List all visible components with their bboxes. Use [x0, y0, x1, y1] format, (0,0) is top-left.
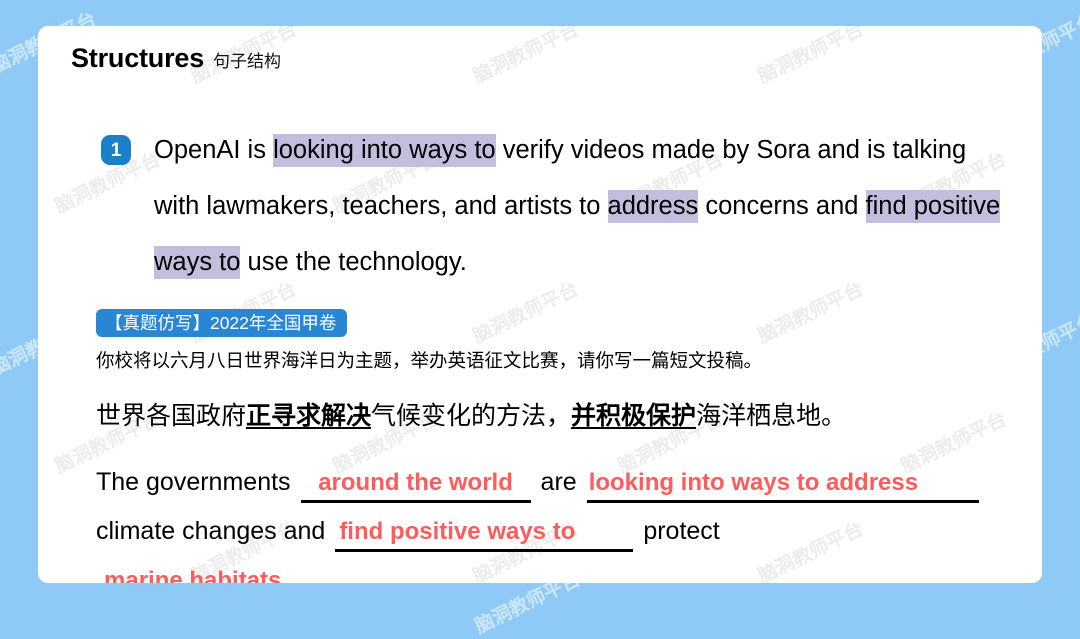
structure-block: 1 OpenAI is looking into ways to verify …	[62, 122, 1012, 290]
target-key-phrase: 正寻求解决	[246, 402, 372, 430]
highlight-phrase: address	[607, 190, 699, 223]
exam-source-tag: 【真题仿写】2022年全国甲卷	[96, 309, 348, 337]
structure-sentence: OpenAI is looking into ways to verify vi…	[154, 122, 1012, 290]
answer-line-3: marine habitats .	[96, 552, 1042, 583]
sentence-part: concerns and	[698, 192, 866, 220]
answer-line-2: climate changes and find positive ways t…	[96, 503, 1042, 552]
exam-prompt-chinese: 你校将以六月八日世界海洋日为主题，举办英语征文比赛，请你写一篇短文投稿。	[96, 350, 763, 371]
item-number-badge: 1	[101, 135, 131, 165]
sentence-part: use the technology.	[240, 248, 467, 276]
answer-static-text: protect	[643, 517, 720, 545]
target-segment: 海洋栖息地。	[696, 402, 847, 430]
target-segment: 世界各国政府	[96, 402, 247, 430]
answer-blank-4[interactable]: marine habitats	[96, 568, 399, 584]
highlight-phrase: looking into ways to	[273, 134, 496, 167]
answer-line-1: The governments around the world are loo…	[96, 454, 1042, 503]
answer-period: .	[401, 566, 408, 583]
target-segment: 气候变化的方法，	[371, 402, 572, 430]
sentence-part: OpenAI is	[154, 136, 274, 164]
answer-block: The governments around the world are loo…	[96, 454, 1042, 583]
page-title: Structures 句子结构	[71, 43, 281, 74]
page-title-zh: 句子结构	[213, 52, 282, 71]
answer-blank-2[interactable]: looking into ways to address	[586, 470, 979, 503]
slide-card: 脑洞教师平台 脑洞教师平台 脑洞教师平台 脑洞教师平台 脑洞教师平台 脑洞教师平…	[38, 26, 1042, 583]
answer-static-text: The governments	[96, 468, 291, 496]
watermark: 脑洞教师平台	[470, 26, 582, 88]
watermark: 脑洞教师平台	[755, 26, 867, 88]
target-key-phrase: 并积极保护	[571, 402, 697, 430]
target-sentence-chinese: 世界各国政府正寻求解决气候变化的方法，并积极保护海洋栖息地。	[96, 396, 846, 432]
answer-blank-1[interactable]: around the world	[300, 470, 531, 503]
answer-blank-3[interactable]: find positive ways to	[335, 519, 634, 552]
answer-static-text: are	[540, 468, 577, 496]
answer-static-text: climate changes and	[96, 517, 326, 545]
page-title-en: Structures	[71, 43, 205, 73]
